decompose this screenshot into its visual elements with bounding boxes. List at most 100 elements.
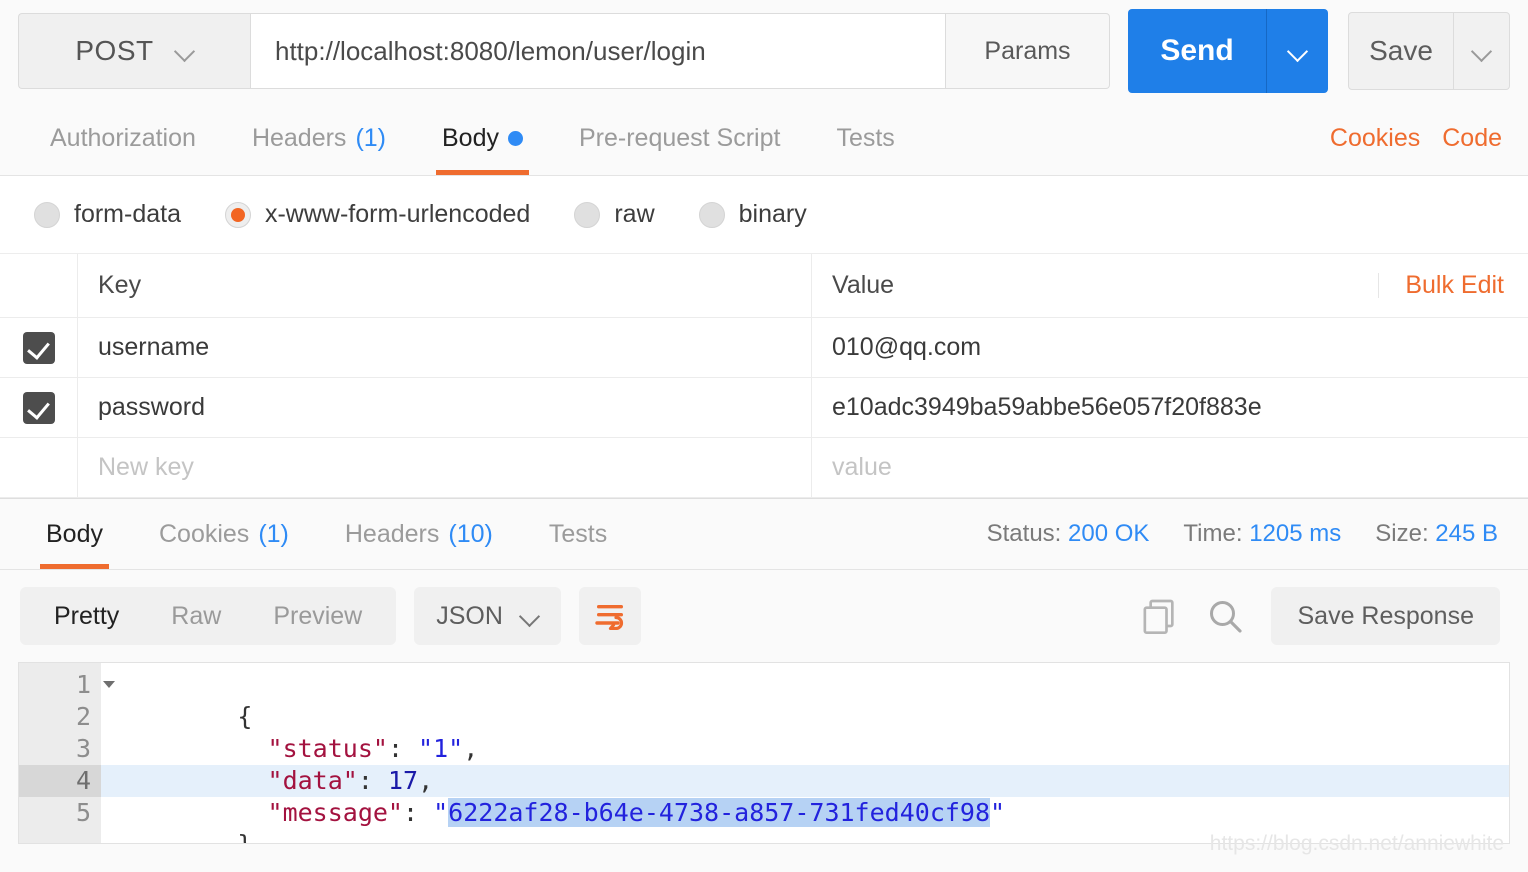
row-checkbox-cell[interactable] bbox=[0, 438, 78, 497]
send-button-group: Send bbox=[1128, 9, 1328, 93]
new-key-input[interactable]: New key bbox=[78, 438, 812, 497]
response-meta: Status: 200 OK Time: 1205 ms Size: 245 B bbox=[987, 499, 1528, 569]
response-format-selector[interactable]: JSON bbox=[414, 587, 561, 645]
copy-button[interactable] bbox=[1139, 596, 1179, 636]
view-mode-preview[interactable]: Preview bbox=[247, 602, 388, 631]
code-link[interactable]: Code bbox=[1442, 124, 1502, 153]
row-value-cell[interactable]: 010@qq.com bbox=[812, 318, 1528, 377]
code-token: " bbox=[990, 798, 1006, 827]
http-method-selector[interactable]: POST bbox=[18, 13, 250, 89]
checkbox-checked-icon[interactable] bbox=[22, 391, 55, 424]
bulk-edit-link[interactable]: Bulk Edit bbox=[1378, 273, 1528, 298]
body-type-radio-group: form-data x-www-form-urlencoded raw bina… bbox=[0, 176, 1528, 254]
view-mode-pretty[interactable]: Pretty bbox=[28, 602, 145, 631]
new-value-placeholder: value bbox=[832, 453, 892, 481]
time-value: 1205 ms bbox=[1249, 520, 1342, 547]
response-body-editor[interactable]: 1 2 3 4 5 { "status": "1", "data": 17, "… bbox=[18, 662, 1510, 844]
response-tab-cookies[interactable]: Cookies (1) bbox=[131, 499, 317, 569]
word-wrap-toggle-button[interactable] bbox=[578, 587, 641, 645]
status-label: Status: bbox=[986, 520, 1062, 547]
tab-pre-request-script[interactable]: Pre-request Script bbox=[551, 102, 808, 175]
response-tab-tests[interactable]: Tests bbox=[521, 499, 635, 569]
row-checkbox-cell[interactable] bbox=[0, 318, 78, 377]
row-checkbox-cell[interactable] bbox=[0, 378, 78, 437]
url-text: http://localhost:8080/lemon/user/login bbox=[275, 35, 706, 66]
status-meta: Status: 200 OK bbox=[987, 520, 1150, 548]
send-button[interactable]: Send bbox=[1128, 9, 1266, 93]
row-key-text: password bbox=[98, 393, 205, 421]
chevron-down-icon bbox=[1473, 42, 1491, 60]
checkbox-checked-icon[interactable] bbox=[22, 331, 55, 364]
tab-count-badge: (1) bbox=[258, 519, 289, 548]
code-token: : bbox=[387, 734, 419, 763]
tab-headers[interactable]: Headers (1) bbox=[224, 102, 414, 175]
selected-text: 6222af28-b64e-4738-a857-731fed40cf98 bbox=[448, 798, 991, 827]
code-token: , bbox=[463, 734, 479, 763]
tab-label: Tests bbox=[548, 519, 608, 548]
response-tab-body[interactable]: Body bbox=[18, 499, 131, 569]
save-button-group: Save bbox=[1348, 12, 1510, 90]
row-key-cell[interactable]: username bbox=[78, 318, 812, 377]
radio-label: x-www-form-urlencoded bbox=[264, 200, 531, 228]
tab-label: Authorization bbox=[50, 124, 196, 152]
size-value: 245 B bbox=[1435, 520, 1498, 547]
body-type-x-www-form-urlencoded[interactable]: x-www-form-urlencoded bbox=[224, 200, 531, 229]
time-label: Time: bbox=[1183, 520, 1243, 547]
radio-label: raw bbox=[614, 200, 655, 228]
tab-label: Body bbox=[442, 124, 499, 152]
url-input[interactable]: http://localhost:8080/lemon/user/login bbox=[250, 13, 946, 89]
time-meta: Time: 1205 ms bbox=[1183, 520, 1341, 548]
tab-label: Body bbox=[46, 519, 103, 548]
line-number: 5 bbox=[75, 798, 91, 827]
params-button[interactable]: Params bbox=[946, 13, 1110, 89]
new-value-input[interactable]: value bbox=[812, 438, 1528, 497]
row-key-cell[interactable]: password bbox=[78, 378, 812, 437]
save-options-button[interactable] bbox=[1454, 12, 1510, 90]
chevron-down-icon bbox=[176, 42, 194, 60]
body-type-raw[interactable]: raw bbox=[574, 200, 655, 229]
line-number: 4 bbox=[19, 765, 101, 797]
line-number-text: 1 bbox=[75, 670, 91, 699]
header-cell-check bbox=[0, 254, 78, 317]
save-button[interactable]: Save bbox=[1348, 12, 1454, 90]
size-meta: Size: 245 B bbox=[1375, 520, 1498, 548]
table-new-row: New key value bbox=[0, 438, 1528, 498]
tab-label: Cookies bbox=[158, 519, 250, 548]
body-type-binary[interactable]: binary bbox=[698, 200, 807, 229]
row-value-text: e10adc3949ba59abbe56e057f20f883e bbox=[832, 393, 1262, 421]
radio-icon bbox=[34, 201, 60, 228]
copy-icon bbox=[1143, 599, 1175, 634]
table-header-row: Key Value Bulk Edit bbox=[0, 254, 1528, 318]
send-options-button[interactable] bbox=[1266, 9, 1328, 93]
tab-authorization[interactable]: Authorization bbox=[22, 102, 224, 175]
code-token: 17 bbox=[387, 766, 419, 795]
radio-icon bbox=[698, 201, 725, 228]
tab-tests[interactable]: Tests bbox=[808, 102, 922, 175]
code-token: { bbox=[237, 702, 253, 731]
row-value-cell[interactable]: e10adc3949ba59abbe56e057f20f883e bbox=[812, 378, 1528, 437]
response-tab-headers[interactable]: Headers (10) bbox=[317, 499, 521, 569]
body-type-form-data[interactable]: form-data bbox=[34, 200, 181, 229]
fold-arrow-icon[interactable] bbox=[103, 681, 115, 688]
line-number-gutter: 1 2 3 4 5 bbox=[19, 663, 115, 843]
tab-count-badge: (1) bbox=[355, 124, 386, 152]
table-row: username 010@qq.com bbox=[0, 318, 1528, 378]
code-token: : bbox=[403, 798, 434, 827]
radio-selected-icon bbox=[224, 201, 251, 228]
header-cell-value: Value Bulk Edit bbox=[812, 254, 1528, 317]
code-line: "status": "1", bbox=[101, 701, 1509, 763]
response-body-code[interactable]: { "status": "1", "data": 17, "message": … bbox=[101, 663, 1509, 843]
request-tab-links: Cookies Code bbox=[1330, 102, 1528, 175]
table-row: password e10adc3949ba59abbe56e057f20f883… bbox=[0, 378, 1528, 438]
tab-body[interactable]: Body bbox=[414, 102, 551, 175]
tab-count-badge: (10) bbox=[448, 519, 493, 548]
save-response-button[interactable]: Save Response bbox=[1271, 587, 1500, 645]
code-token: "data" bbox=[237, 766, 358, 795]
cookies-link[interactable]: Cookies bbox=[1330, 124, 1420, 153]
search-icon bbox=[1210, 601, 1243, 633]
code-token: " bbox=[433, 798, 449, 827]
view-mode-raw[interactable]: Raw bbox=[145, 602, 247, 631]
response-toolbar: Pretty Raw Preview JSON Save Response bbox=[0, 570, 1528, 662]
response-tab-bar: Body Cookies (1) Headers (10) Tests Stat… bbox=[0, 498, 1528, 570]
search-button[interactable] bbox=[1205, 596, 1245, 636]
